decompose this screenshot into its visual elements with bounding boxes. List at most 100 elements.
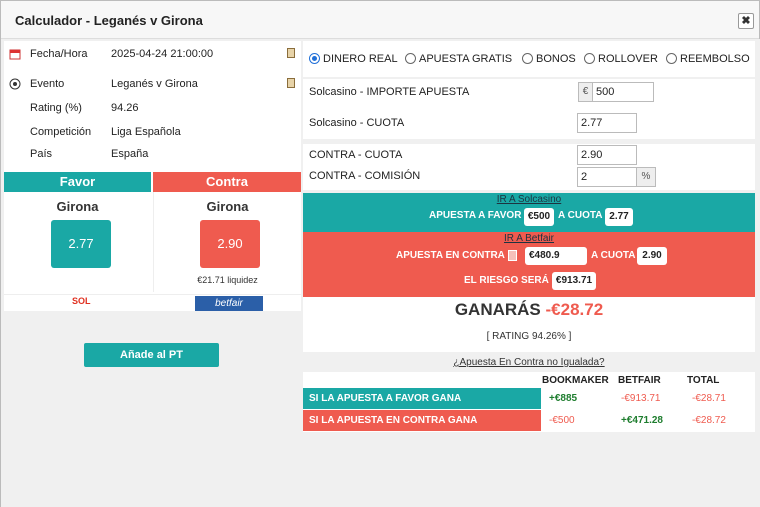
contra-team: Girona [206, 199, 249, 214]
info-row-competition: Competición Liga Española [4, 123, 301, 143]
cell-total: -€28.71 [692, 393, 726, 404]
modal-header: Calculador - Leganés v Girona ✖ [1, 1, 759, 39]
info-label: Rating (%) [30, 102, 82, 114]
cell-betfair: +€471.28 [621, 415, 663, 426]
favor-odd-text: A CUOTA [558, 210, 603, 221]
modal-body: Fecha/Hora 2025-04-24 21:00:00 Evento Le… [1, 39, 760, 507]
result-label: GANARÁS [454, 300, 541, 319]
contra-stake-text: APUESTA EN CONTRA [396, 250, 505, 261]
risk-text: EL RIESGO SERÁ [464, 275, 549, 286]
stake-label: Solcasino - IMPORTE APUESTA [309, 86, 470, 98]
exchange-odd-input[interactable] [577, 145, 637, 165]
radio-icon[interactable] [666, 53, 677, 64]
percent-addon: % [636, 167, 656, 187]
info-label: Fecha/Hora [30, 48, 88, 60]
row-label: SI LA APUESTA EN CONTRA GANA [303, 410, 541, 431]
info-row-date: Fecha/Hora 2025-04-24 21:00:00 [4, 45, 301, 65]
liquidity-text: €21.71 liquidez [197, 275, 258, 285]
favor-team: Girona [56, 199, 99, 214]
copy-icon[interactable] [508, 250, 517, 261]
radio-selected-icon[interactable] [309, 53, 320, 64]
soccer-ball-icon [9, 78, 21, 90]
radio-label: REEMBOLSO [680, 53, 750, 65]
contra-column: Girona 2.90 €21.71 liquidez [153, 192, 301, 292]
contra-header: Contra [153, 172, 301, 192]
contra-stake-pill: €480.9 [525, 247, 587, 265]
add-to-pt-button[interactable]: Añade al PT [84, 343, 219, 367]
commission-label: CONTRA - COMISIÓN [309, 170, 421, 182]
contra-summary: IR A Betfair APUESTA EN CONTRA €480.9 A … [303, 232, 755, 297]
logos-row: SOL betfair [4, 294, 301, 311]
info-value: España [111, 148, 149, 160]
table-row: SI LA APUESTA A FAVOR GANA +€885 -€913.7… [303, 388, 755, 409]
info-value: 2025-04-24 21:00:00 [111, 48, 214, 60]
radio-icon[interactable] [522, 53, 533, 64]
radio-icon[interactable] [584, 53, 595, 64]
bookmaker-odd-input[interactable] [577, 113, 637, 133]
cell-bookmaker: -€500 [549, 415, 575, 426]
document-icon[interactable] [287, 78, 295, 88]
favor-odd-pill: 2.77 [605, 208, 633, 226]
col-header-bookmaker: BOOKMAKER [542, 375, 609, 386]
mode-radio-group: DINERO REAL APUESTA GRATIS BONOS ROLLOVE… [303, 41, 755, 77]
radio-free-bet[interactable]: APUESTA GRATIS [405, 53, 512, 65]
rating-text: [ RATING 94.26% ] [486, 331, 572, 342]
go-to-betfair-link[interactable]: IR A Betfair [303, 233, 755, 244]
table-row: SI LA APUESTA EN CONTRA GANA -€500 +€471… [303, 410, 755, 431]
contra-odd-pill: 2.90 [637, 247, 667, 265]
radio-label: DINERO REAL [323, 53, 398, 65]
bookmaker-inputs: Solcasino - IMPORTE APUESTA € Solcasino … [303, 79, 755, 139]
info-value: Leganés v Girona [111, 78, 198, 90]
favor-header: Favor [4, 172, 151, 192]
document-icon[interactable] [287, 48, 295, 58]
calendar-icon [9, 48, 21, 60]
radio-refund[interactable]: REEMBOLSO [666, 53, 750, 65]
radio-label: APUESTA GRATIS [419, 53, 513, 65]
cell-betfair: -€913.71 [621, 393, 661, 404]
info-label: Evento [30, 78, 65, 90]
cell-bookmaker: +€885 [549, 393, 578, 404]
radio-icon[interactable] [405, 53, 416, 64]
radio-bonus[interactable]: BONOS [522, 53, 576, 65]
bookmaker-odd-label: Solcasino - CUOTA [309, 117, 405, 129]
info-label: Competición [30, 126, 92, 138]
info-row-event: Evento Leganés v Girona [4, 75, 301, 95]
exchange-odd-label: CONTRA - CUOTA [309, 149, 403, 161]
result-box: GANARÁS -€28.72 [ RATING 94.26% ] [303, 297, 755, 352]
radio-label: ROLLOVER [598, 53, 658, 65]
favor-odd-button[interactable]: 2.77 [51, 220, 111, 268]
result-amount: -€28.72 [545, 300, 604, 319]
info-row-rating: Rating (%) 94.26 [4, 99, 301, 119]
calculator-modal: Calculador - Leganés v Girona ✖ Fecha/Ho… [0, 0, 760, 507]
solcasino-logo[interactable]: SOL [72, 296, 91, 306]
cell-total: -€28.72 [692, 415, 726, 426]
radio-real-money[interactable]: DINERO REAL [309, 53, 398, 65]
info-label: País [30, 148, 53, 160]
result-line: GANARÁS -€28.72 [303, 300, 755, 320]
betfair-logo[interactable]: betfair [195, 296, 263, 311]
favor-stake-pill: €500 [524, 208, 554, 226]
col-header-total: TOTAL [687, 375, 720, 386]
radio-rollover[interactable]: ROLLOVER [584, 53, 658, 65]
event-panel: Fecha/Hora 2025-04-24 21:00:00 Evento Le… [4, 41, 301, 311]
close-button[interactable]: ✖ [738, 13, 754, 29]
info-value: Liga Española [111, 126, 181, 138]
favor-column: Girona 2.77 [4, 192, 151, 292]
commission-input[interactable] [577, 167, 637, 187]
contra-odd-button[interactable]: 2.90 [200, 220, 260, 268]
favor-stake-text: APUESTA A FAVOR [429, 210, 522, 221]
contra-odd-text: A CUOTA [591, 250, 636, 261]
modal-title: Calculador - Leganés v Girona [15, 13, 203, 28]
info-value: 94.26 [111, 102, 139, 114]
favor-summary: IR A Solcasino APUESTA A FAVOR €500 A CU… [303, 193, 755, 232]
go-to-solcasino-link[interactable]: IR A Solcasino [303, 194, 755, 205]
risk-pill: €913.71 [552, 272, 596, 290]
stake-input[interactable] [592, 82, 654, 102]
row-label: SI LA APUESTA A FAVOR GANA [303, 388, 541, 409]
unmatched-bet-link[interactable]: ¿Apuesta En Contra no Igualada? [303, 357, 755, 368]
radio-label: BONOS [536, 53, 576, 65]
currency-addon: € [578, 82, 593, 102]
outcome-table: BOOKMAKER BETFAIR TOTAL SI LA APUESTA A … [303, 372, 755, 432]
exchange-inputs: CONTRA - CUOTA CONTRA - COMISIÓN % [303, 144, 755, 190]
info-row-country: País España [4, 145, 301, 165]
